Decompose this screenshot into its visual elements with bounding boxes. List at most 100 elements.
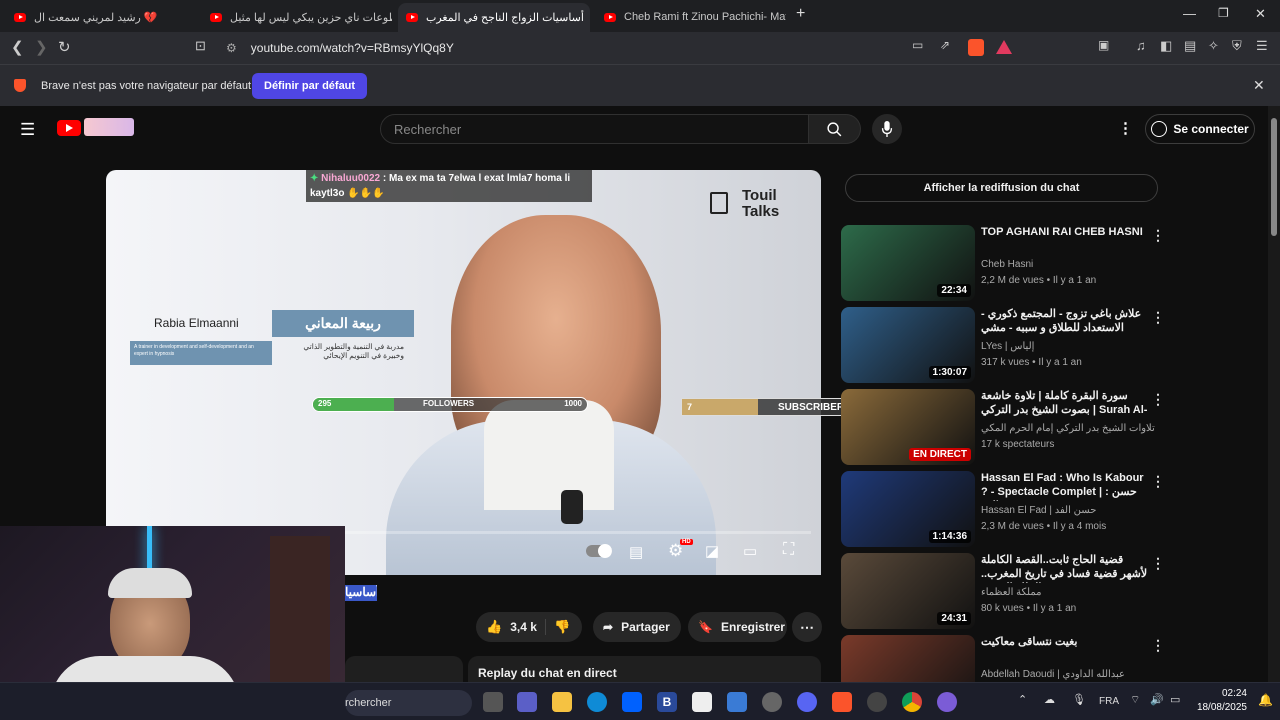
dropbox-icon[interactable] xyxy=(622,692,642,712)
volume-icon[interactable]: 🔊 xyxy=(1150,693,1164,706)
video-title[interactable]: قضية الحاج ثابت..القصة الكاملة لأشهر قضي… xyxy=(981,553,1151,583)
search-button[interactable] xyxy=(809,114,861,144)
edge-icon[interactable] xyxy=(587,692,607,712)
settings-app-icon[interactable] xyxy=(762,692,782,712)
obs-icon[interactable] xyxy=(867,692,887,712)
maximize-icon[interactable]: ❐ xyxy=(1218,6,1229,20)
file-explorer-icon[interactable] xyxy=(552,692,572,712)
wifi-icon[interactable]: ⌔ xyxy=(1130,693,1140,707)
youtube-doodle-logo[interactable] xyxy=(84,118,134,136)
video-thumbnail[interactable]: 1:14:36 xyxy=(841,471,975,547)
discord-icon[interactable] xyxy=(797,692,817,712)
bookmark-icon[interactable]: ⊡ xyxy=(195,38,206,54)
teams-icon[interactable] xyxy=(517,692,537,712)
fullscreen-icon[interactable]: ⛶ xyxy=(783,541,794,559)
video-title[interactable]: TOP AGHANI RAI CHEB HASNI xyxy=(981,225,1151,239)
miniplayer-icon[interactable]: ◪ xyxy=(705,542,719,560)
video-channel[interactable]: LYes | إلياس xyxy=(981,341,1034,352)
video-channel[interactable]: تلاوات الشيخ بدر التركي إمام الحرم المكي xyxy=(981,423,1155,434)
autoplay-toggle[interactable] xyxy=(586,544,612,558)
video-options-icon[interactable]: ⋮ xyxy=(1151,309,1165,326)
video-thumbnail[interactable]: 1:30:07 xyxy=(841,307,975,383)
video-thumbnail[interactable]: 22:34 xyxy=(841,225,975,301)
brave-rewards-icon[interactable] xyxy=(996,40,1012,54)
address-bar[interactable]: ⚙ youtube.com/watch?v=RBmsyYlQq8Y xyxy=(220,36,880,60)
more-options-icon[interactable]: ⋮ xyxy=(1118,119,1133,137)
brave-browser-icon[interactable] xyxy=(832,692,852,712)
music-icon[interactable]: ♫ xyxy=(1136,38,1146,53)
azure-icon[interactable] xyxy=(727,692,747,712)
video-title[interactable]: Hassan El Fad : Who Is Kabour ? - Specta… xyxy=(981,471,1151,501)
task-view-icon[interactable] xyxy=(483,692,503,712)
video-options-icon[interactable]: ⋮ xyxy=(1151,637,1165,654)
cast-icon[interactable]: ▭ xyxy=(912,38,923,52)
youtube-logo-icon[interactable] xyxy=(57,120,81,136)
theater-mode-icon[interactable]: ▭ xyxy=(743,542,757,560)
close-infobar-icon[interactable]: ✕ xyxy=(1253,77,1265,94)
video-player[interactable]: ✦ Nihaluu0022 : Ma ex ma ta 7elwa l exat… xyxy=(106,170,821,575)
back-icon[interactable]: ❮ xyxy=(11,38,24,56)
wallet-icon[interactable]: ▤ xyxy=(1184,38,1196,54)
search-input[interactable]: Rechercher xyxy=(380,114,809,144)
voice-search-button[interactable] xyxy=(872,114,902,144)
cloud-icon[interactable]: ☁ xyxy=(1044,693,1055,706)
menu-icon[interactable]: ☰ xyxy=(1256,38,1268,54)
show-chat-replay-button[interactable]: Afficher la rediffusion du chat xyxy=(845,174,1158,202)
forward-icon[interactable]: ❯ xyxy=(35,38,48,56)
video-title[interactable]: علاش باغي تزوج - المجتمع ذكوري - الاستعد… xyxy=(981,307,1151,337)
notifications-icon[interactable]: 🔔 xyxy=(1258,693,1273,707)
minimize-icon[interactable]: — xyxy=(1183,6,1196,21)
related-video-card[interactable]: EN DIRECT سورة البقرة كاملة | تلاوة خاشعة… xyxy=(841,389,1261,465)
browser-tab[interactable]: Cheb Rami ft Zinou Pachichi- Mat Lg xyxy=(596,4,786,30)
leo-ai-icon[interactable]: ✧ xyxy=(1208,38,1219,54)
language-indicator[interactable]: FRA xyxy=(1099,696,1119,707)
related-video-card[interactable]: 24:31 قضية الحاج ثابت..القصة الكاملة لأشه… xyxy=(841,553,1261,629)
subtitles-icon[interactable]: ▤ xyxy=(629,543,643,561)
video-thumbnail[interactable]: 24:31 xyxy=(841,553,975,629)
vpn-icon[interactable]: ⛨ xyxy=(1232,38,1242,54)
related-video-card[interactable]: 1:30:07 علاش باغي تزوج - المجتمع ذكوري - … xyxy=(841,307,1261,383)
video-options-icon[interactable]: ⋮ xyxy=(1151,227,1165,244)
video-thumbnail[interactable]: EN DIRECT xyxy=(841,389,975,465)
brave-shields-icon[interactable] xyxy=(968,39,984,56)
twitch-icon[interactable] xyxy=(937,692,957,712)
video-channel[interactable]: Abdellah Daoudi | عبدالله الداودي xyxy=(981,669,1125,680)
new-tab-icon[interactable]: + xyxy=(796,5,805,23)
share-button[interactable]: ➦ Partager xyxy=(593,612,681,642)
site-info-icon[interactable]: ⚙ xyxy=(226,41,237,55)
clock[interactable]: 02:24 18/08/2025 xyxy=(1195,687,1247,715)
sidebar-toggle-icon[interactable]: ▣ xyxy=(1098,38,1109,52)
related-video-card[interactable]: 22:34 TOP AGHANI RAI CHEB HASNI Cheb Hasni… xyxy=(841,225,1261,301)
video-channel[interactable]: Cheb Hasni xyxy=(981,259,1033,270)
browser-tab-active[interactable]: أساسيات الزواج الناجح في المغرب ✕ xyxy=(398,3,590,32)
guide-menu-icon[interactable]: ☰ xyxy=(20,120,35,140)
mic-tray-icon[interactable]: 🎙 xyxy=(1072,693,1086,706)
related-video-card[interactable]: 1:14:36 Hassan El Fad : Who Is Kabour ? -… xyxy=(841,471,1261,547)
like-button[interactable]: 👍 3,4 k xyxy=(476,619,546,635)
video-channel[interactable]: مملكة العظماء xyxy=(981,587,1042,598)
scrollbar[interactable] xyxy=(1268,106,1280,682)
reload-icon[interactable]: ↻ xyxy=(58,38,71,56)
save-button[interactable]: 🔖 Enregistrer xyxy=(688,612,787,642)
taskbar-search[interactable]: rchercher xyxy=(345,690,472,716)
video-title[interactable]: سورة البقرة كاملة | تلاوة خاشعة بصوت الش… xyxy=(981,389,1151,419)
browser-tab[interactable]: رشيد لمريني سمعت ال 💔 xyxy=(6,4,196,30)
sign-in-button[interactable]: Se connecter xyxy=(1145,114,1255,144)
close-window-icon[interactable]: ✕ xyxy=(1255,6,1266,22)
video-title[interactable]: بغيت نتساقى معاكيت xyxy=(981,635,1151,649)
dislike-button[interactable]: 👎 xyxy=(546,619,570,635)
store-icon[interactable] xyxy=(692,692,712,712)
b-app-icon[interactable]: B xyxy=(657,692,677,712)
battery-icon[interactable]: ▭ xyxy=(1170,693,1180,706)
chrome-icon[interactable] xyxy=(902,692,922,712)
tray-overflow-icon[interactable]: ⌃ xyxy=(1018,693,1027,706)
sidebar-icon[interactable]: ◧ xyxy=(1160,38,1172,54)
video-channel[interactable]: Hassan El Fad | حسن الفد xyxy=(981,505,1096,516)
video-options-icon[interactable]: ⋮ xyxy=(1151,391,1165,408)
video-options-icon[interactable]: ⋮ xyxy=(1151,555,1165,572)
share-icon[interactable]: ⇗ xyxy=(940,38,950,52)
video-options-icon[interactable]: ⋮ xyxy=(1151,473,1165,490)
set-default-button[interactable]: Définir par défaut xyxy=(252,73,368,99)
browser-tab[interactable]: مقطوعات ناي حزين يبكي ليس لها مثيل xyxy=(202,4,392,30)
more-actions-icon[interactable]: ⋯ xyxy=(792,612,822,642)
